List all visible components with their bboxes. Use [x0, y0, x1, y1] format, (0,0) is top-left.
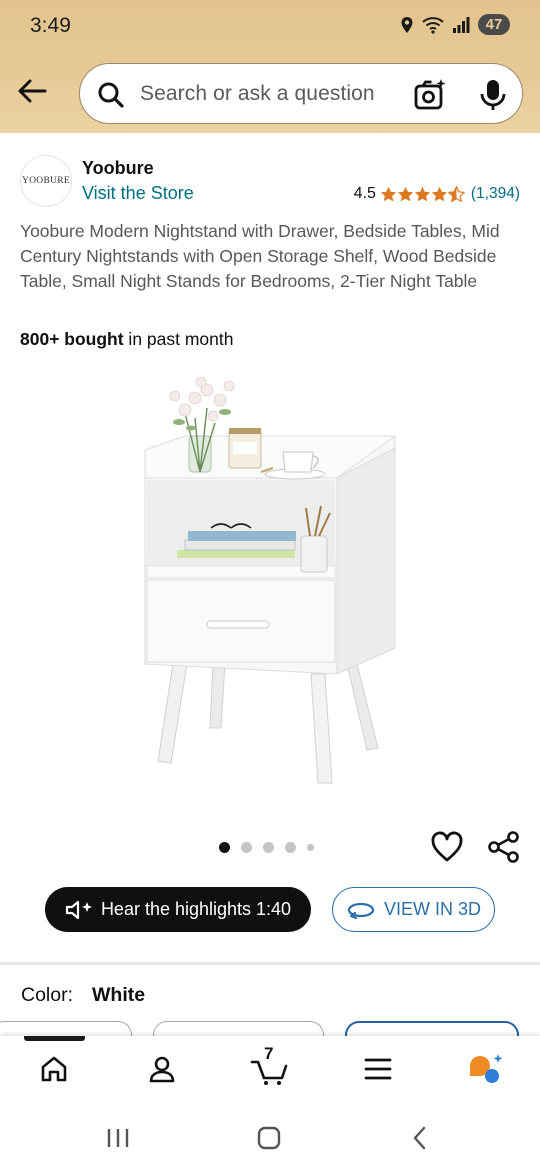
rating-value: 4.5 [353, 185, 376, 202]
carousel-dot-active[interactable] [219, 842, 230, 853]
nav-menu[interactable] [358, 1050, 398, 1088]
star-icon [414, 186, 431, 201]
bought-count: 800+ bought [20, 329, 124, 349]
header-area: 3:49 47 Search or ask a question [0, 0, 540, 133]
hear-highlights-label: Hear the highlights 1:40 [100, 899, 292, 919]
view-in-3d-button[interactable]: VIEW IN 3D [332, 887, 495, 932]
carousel-dot[interactable] [307, 844, 314, 851]
nav-active-indicator [24, 1036, 85, 1041]
rotate-3d-icon [347, 902, 375, 919]
back-arrow-icon [18, 79, 47, 103]
color-label: Color: [21, 984, 74, 1006]
chevron-left-icon [413, 1126, 426, 1150]
microphone-icon[interactable] [478, 78, 508, 112]
rating-count[interactable]: (1,394) [471, 185, 520, 203]
speaker-sparkle-icon [65, 900, 92, 919]
system-navigation-bar [0, 1102, 540, 1170]
recent-apps-icon [107, 1129, 129, 1147]
carousel-dots[interactable] [219, 842, 314, 853]
status-time: 3:49 [30, 14, 71, 37]
home-square-icon [257, 1126, 281, 1150]
rufus-icon [470, 1054, 503, 1083]
location-icon [401, 16, 413, 33]
star-icon [397, 186, 414, 201]
star-rating [380, 185, 465, 203]
battery-indicator: 47 [478, 14, 510, 35]
wifi-icon [422, 16, 444, 34]
recent-apps-button[interactable] [104, 1124, 132, 1152]
bottom-navigation: 7 [0, 1036, 540, 1102]
search-bar[interactable]: Search or ask a question [79, 63, 523, 124]
search-input[interactable]: Search or ask a question [140, 82, 375, 106]
product-title: Yoobure Modern Nightstand with Drawer, B… [20, 221, 500, 291]
store-logo-text: YOOBURE [21, 176, 71, 186]
back-button[interactable] [14, 75, 50, 107]
menu-icon [364, 1058, 392, 1080]
carousel-dot[interactable] [241, 842, 252, 853]
status-bar: 3:49 47 [0, 0, 540, 52]
section-divider [0, 962, 540, 965]
half-star-icon [447, 185, 465, 202]
share-icon[interactable] [487, 830, 521, 864]
visit-store-link[interactable]: Visit the Store [82, 183, 194, 204]
nav-rufus[interactable] [466, 1050, 506, 1088]
brand-name: Yoobure [82, 158, 154, 178]
search-icon [98, 82, 124, 108]
signal-icon [453, 16, 470, 33]
view-in-3d-label: VIEW IN 3D [383, 899, 481, 919]
rating-summary[interactable]: 4.5 (1,394) [354, 185, 520, 203]
star-icon [380, 186, 397, 201]
carousel-dot[interactable] [285, 842, 296, 853]
nav-cart[interactable]: 7 [250, 1044, 290, 1088]
account-icon [149, 1056, 175, 1083]
nav-home[interactable] [34, 1050, 74, 1088]
store-logo[interactable]: YOOBURE [20, 155, 72, 207]
status-icons: 47 [400, 14, 510, 35]
product-image[interactable] [125, 368, 415, 808]
bought-period: in past month [123, 329, 234, 349]
camera-search-icon[interactable] [413, 78, 447, 112]
home-icon [41, 1056, 67, 1082]
system-back-button[interactable] [406, 1124, 434, 1152]
hear-highlights-button[interactable]: Hear the highlights 1:40 [45, 887, 311, 932]
bought-in-past-month: 800+ bought in past month [20, 329, 233, 350]
color-value: White [92, 984, 146, 1006]
heart-icon[interactable] [430, 830, 464, 864]
home-system-button[interactable] [255, 1124, 283, 1152]
cart-count: 7 [264, 1044, 274, 1063]
nav-account[interactable] [142, 1050, 182, 1088]
carousel-dot[interactable] [263, 842, 274, 853]
star-icon [431, 186, 448, 201]
